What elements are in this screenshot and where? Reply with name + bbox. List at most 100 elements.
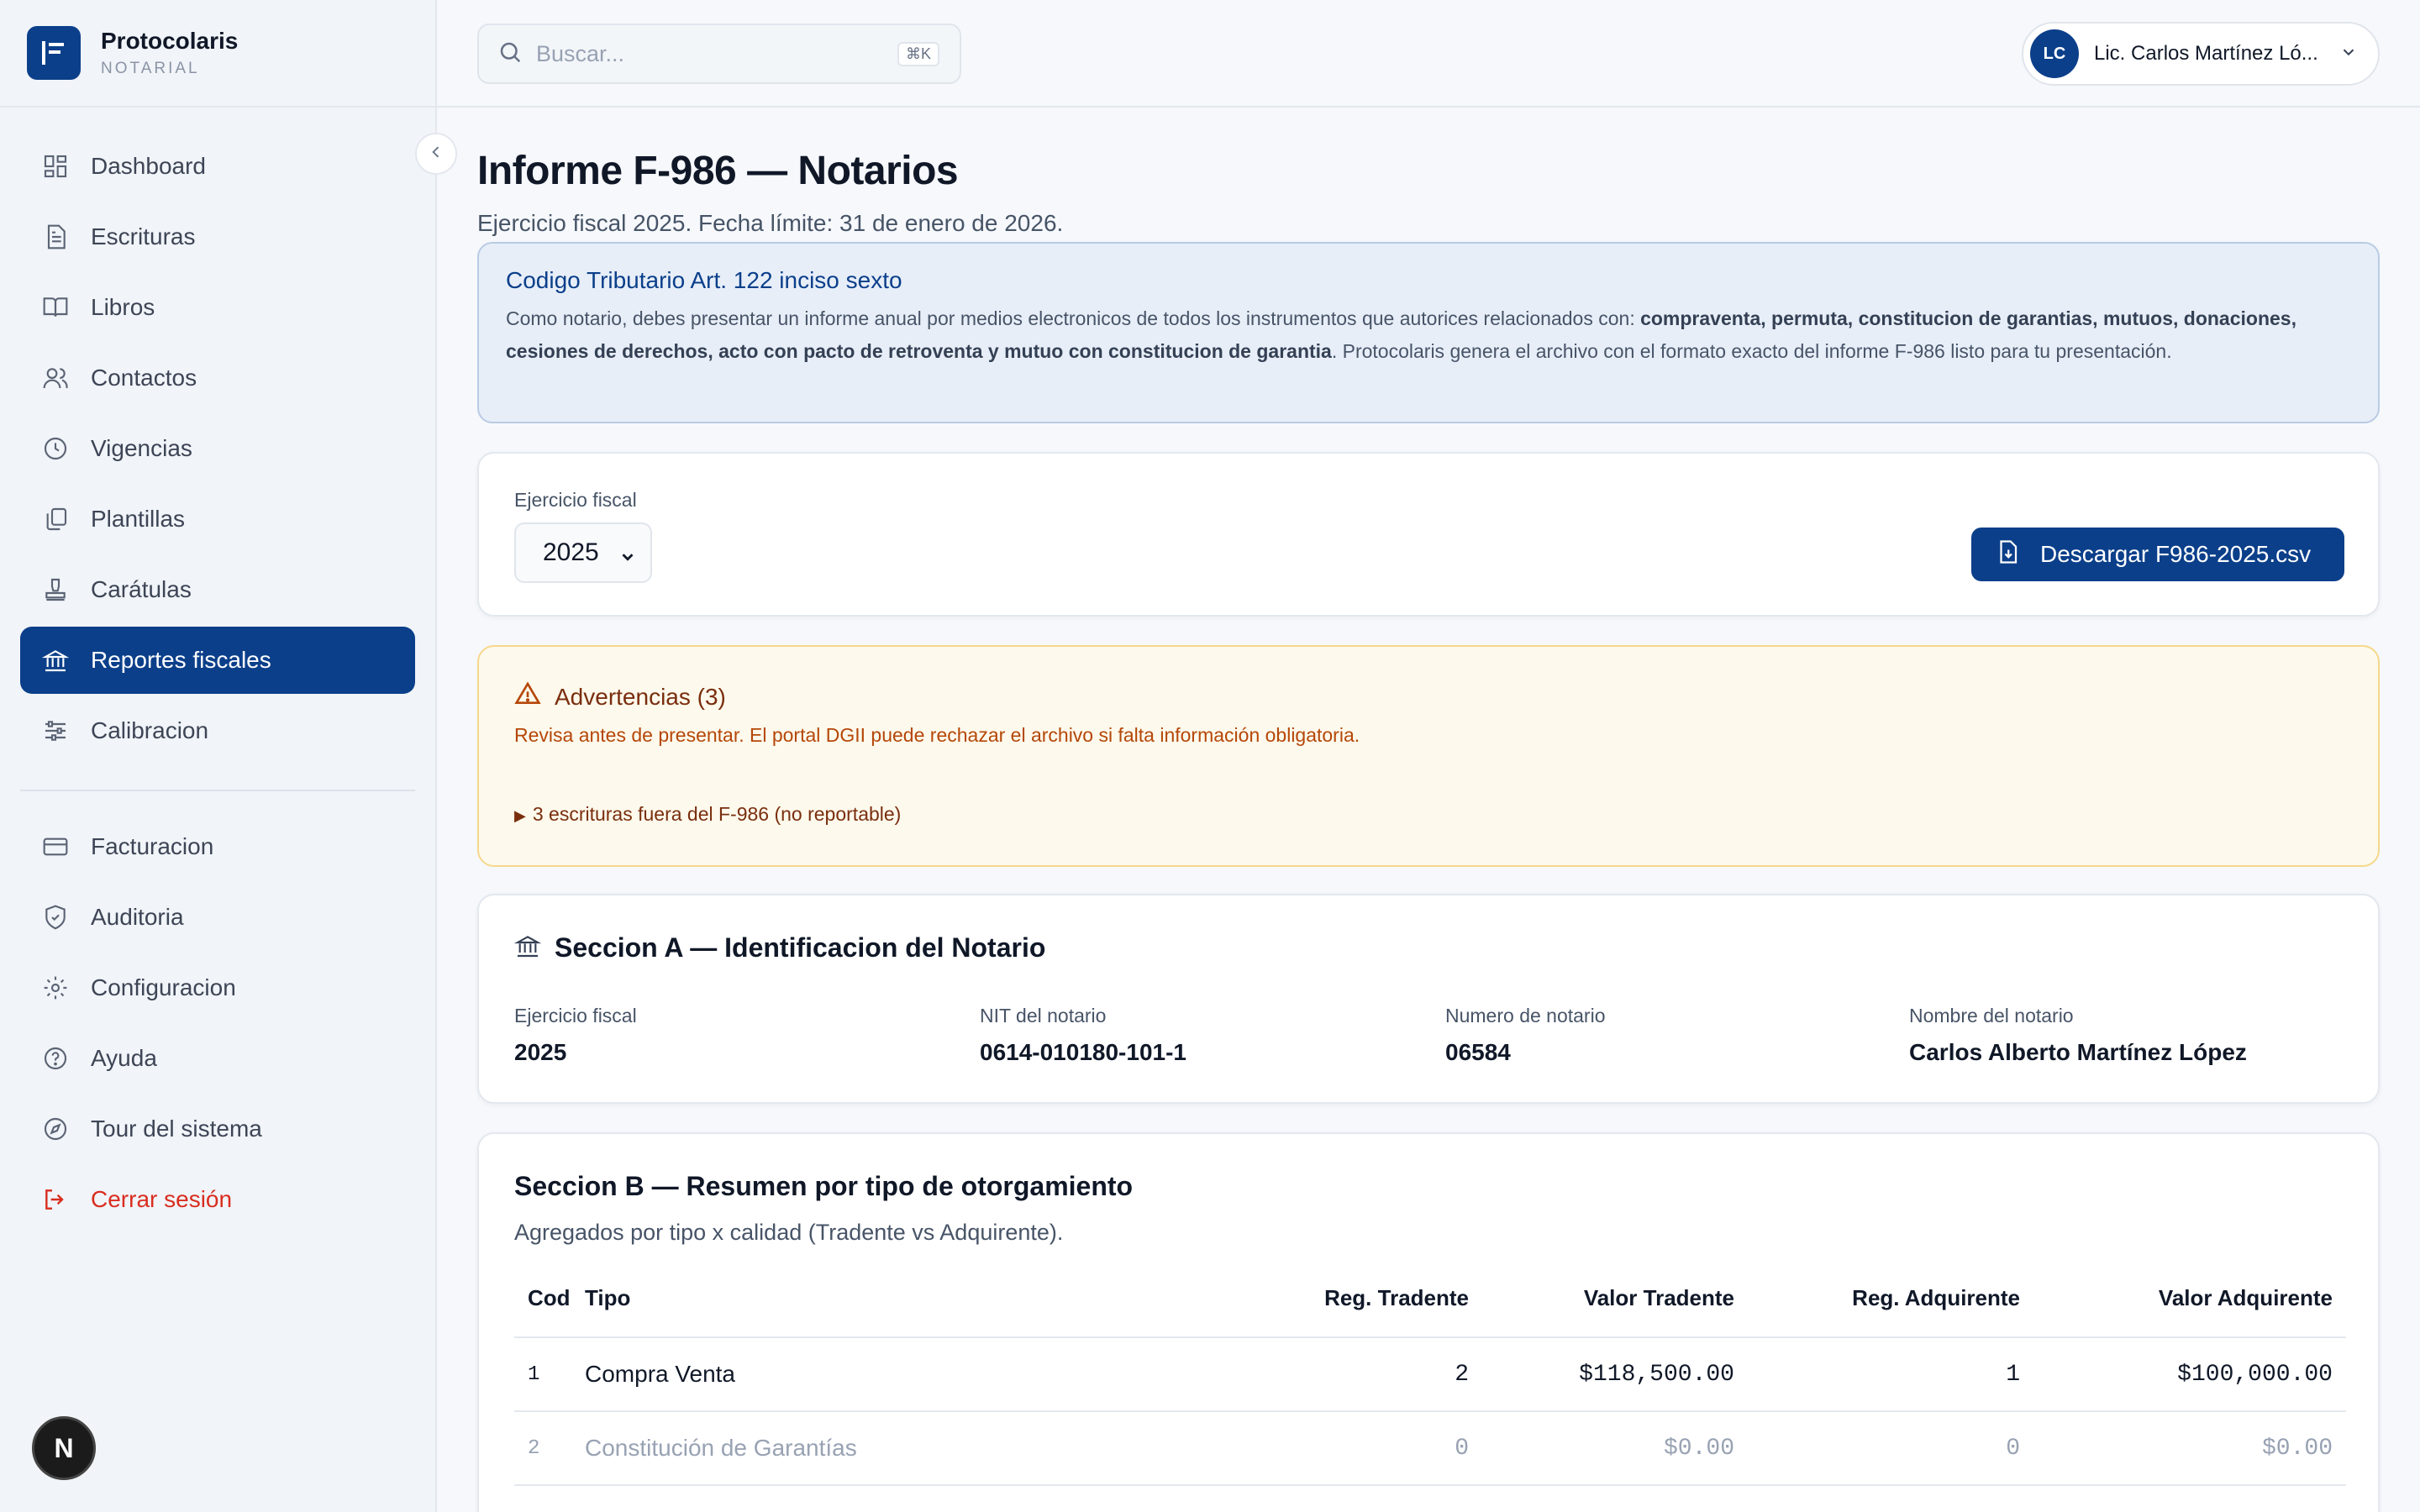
cell-valor-adquirente: $0.00 bbox=[2033, 1411, 2346, 1486]
section-b-title: Seccion B — Resumen por tipo de otorgami… bbox=[514, 1171, 1134, 1201]
info-text-part: . Protocolaris genera el archivo con el … bbox=[1331, 340, 2172, 362]
credit-card-icon bbox=[40, 832, 71, 862]
sliders-icon bbox=[40, 716, 71, 746]
clock-icon bbox=[40, 433, 71, 464]
warnings-title: Advertencias (3) bbox=[555, 683, 726, 710]
sidebar-item-calibracion[interactable]: Calibracion bbox=[20, 697, 415, 764]
cell-reg-tradente: 2 bbox=[1205, 1337, 1482, 1412]
sidebar-item-label: Tour del sistema bbox=[91, 1116, 262, 1142]
bank-icon bbox=[513, 932, 542, 963]
cell-reg-adquirente: 0 bbox=[1748, 1411, 2033, 1486]
sidebar-item-facturacion[interactable]: Facturacion bbox=[20, 813, 415, 880]
info-text-part: Como notario, debes presentar un informe… bbox=[506, 307, 1641, 329]
search-input[interactable]: Buscar... ⌘K bbox=[477, 24, 961, 84]
sidebar-item-caratulas[interactable]: Carátulas bbox=[20, 556, 415, 623]
sidebar-item-label: Auditoria bbox=[91, 904, 184, 930]
fiscal-year-select[interactable]: 2025 bbox=[514, 522, 652, 583]
sidebar-item-libros[interactable]: Libros bbox=[20, 274, 415, 341]
warnings-details-toggle[interactable]: ▶ 3 escrituras fuera del F-986 (no report… bbox=[514, 803, 901, 826]
field-value: 2025 bbox=[514, 1039, 567, 1065]
table-row: 2 Constitución de Garantías 0 $0.00 0 $0… bbox=[514, 1411, 2346, 1486]
sidebar-item-dashboard[interactable]: Dashboard bbox=[20, 133, 415, 200]
field-value: 0614-010180-101-1 bbox=[980, 1039, 1186, 1065]
sidebar-item-ayuda[interactable]: Ayuda bbox=[20, 1025, 415, 1092]
warning-icon bbox=[514, 680, 541, 713]
field-notary-number: Numero de notario 06584 bbox=[1445, 1005, 1606, 1066]
chevron-left-icon bbox=[428, 144, 445, 165]
dashboard-icon bbox=[40, 151, 71, 181]
info-title: Codigo Tributario Art. 122 inciso sexto bbox=[506, 267, 902, 293]
section-a-header: Seccion A — Identificacion del Notario bbox=[513, 932, 1046, 963]
cell-tipo: Compra Venta bbox=[585, 1337, 1205, 1412]
sidebar-item-plantillas[interactable]: Plantillas bbox=[20, 486, 415, 553]
field-label: NIT del notario bbox=[980, 1005, 1107, 1026]
sidebar-item-contactos[interactable]: Contactos bbox=[20, 344, 415, 412]
brand-logo-icon bbox=[27, 26, 81, 80]
field-label: Nombre del notario bbox=[1909, 1005, 2074, 1026]
column-header: Valor Adquirente bbox=[2033, 1260, 2346, 1338]
sidebar-item-configuracion[interactable]: Configuracion bbox=[20, 954, 415, 1021]
sidebar-item-tour[interactable]: Tour del sistema bbox=[20, 1095, 415, 1163]
legal-info-box: Codigo Tributario Art. 122 inciso sexto … bbox=[477, 242, 2380, 423]
page-title: Informe F-986 — Notarios bbox=[477, 149, 959, 193]
warnings-header: Advertencias (3) bbox=[514, 680, 726, 713]
sidebar-item-label: Facturacion bbox=[91, 833, 214, 859]
table-row: 1 Compra Venta 2 $118,500.00 1 $100,000.… bbox=[514, 1337, 2346, 1412]
cell-cod: 2 bbox=[514, 1411, 585, 1486]
column-header: Tipo bbox=[585, 1260, 1205, 1338]
search-icon bbox=[497, 39, 523, 69]
sidebar-divider bbox=[20, 790, 415, 791]
sidebar-item-vigencias[interactable]: Vigencias bbox=[20, 415, 415, 482]
copy-icon bbox=[40, 504, 71, 534]
sidebar-item-auditoria[interactable]: Auditoria bbox=[20, 884, 415, 951]
sidebar-item-label: Dashboard bbox=[91, 153, 206, 179]
summary-table: Cod Tipo Reg. Tradente Valor Tradente Re… bbox=[514, 1260, 2346, 1486]
sidebar-item-label: Escrituras bbox=[91, 223, 196, 249]
column-header: Reg. Adquirente bbox=[1748, 1260, 2033, 1338]
section-a-title: Seccion A — Identificacion del Notario bbox=[555, 932, 1046, 963]
sidebar-item-label: Vigencias bbox=[91, 435, 192, 461]
column-header: Valor Tradente bbox=[1482, 1260, 1748, 1338]
sidebar: Protocolaris NOTARIAL Dashboard Escritur… bbox=[0, 0, 437, 1512]
brand[interactable]: Protocolaris NOTARIAL bbox=[0, 0, 435, 108]
cell-reg-tradente: 0 bbox=[1205, 1411, 1482, 1486]
brand-name: Protocolaris bbox=[101, 28, 239, 54]
sidebar-item-label: Configuracion bbox=[91, 974, 236, 1000]
sidebar-item-reportes-fiscales[interactable]: Reportes fiscales bbox=[20, 627, 415, 694]
field-nit: NIT del notario 0614-010180-101-1 bbox=[980, 1005, 1186, 1066]
sidebar-item-label: Carátulas bbox=[91, 576, 192, 602]
section-b-subtitle: Agregados por tipo x calidad (Tradente v… bbox=[514, 1220, 1064, 1245]
chevron-down-icon bbox=[618, 544, 637, 573]
sidebar-item-logout[interactable]: Cerrar sesión bbox=[20, 1166, 415, 1233]
field-label: Ejercicio fiscal bbox=[514, 1005, 637, 1026]
sidebar-item-label: Contactos bbox=[91, 365, 197, 391]
n-badge[interactable]: N bbox=[32, 1416, 96, 1480]
field-value: 06584 bbox=[1445, 1039, 1511, 1065]
table-header-row: Cod Tipo Reg. Tradente Valor Tradente Re… bbox=[514, 1260, 2346, 1338]
gear-icon bbox=[40, 973, 71, 1003]
fiscal-year-label: Ejercicio fiscal bbox=[514, 489, 637, 511]
cell-tipo: Constitución de Garantías bbox=[585, 1411, 1205, 1486]
cell-reg-adquirente: 1 bbox=[1748, 1337, 2033, 1412]
book-icon bbox=[40, 292, 71, 323]
sidebar-item-label: Calibracion bbox=[91, 717, 209, 743]
collapse-sidebar-button[interactable] bbox=[415, 133, 457, 175]
section-b-card: Seccion B — Resumen por tipo de otorgami… bbox=[477, 1132, 2380, 1512]
field-notary-name: Nombre del notario Carlos Alberto Martín… bbox=[1909, 1005, 2247, 1066]
download-button-label: Descargar F986-2025.csv bbox=[2040, 541, 2312, 567]
search-shortcut: ⌘K bbox=[897, 41, 939, 66]
sidebar-nav: Dashboard Escrituras Libros Contactos Vi… bbox=[20, 133, 415, 1236]
user-menu[interactable]: LC Lic. Carlos Martínez Ló... bbox=[2022, 22, 2380, 86]
section-a-card: Seccion A — Identificacion del Notario E… bbox=[477, 894, 2380, 1104]
sidebar-item-label: Libros bbox=[91, 294, 155, 320]
download-csv-button[interactable]: Descargar F986-2025.csv bbox=[1971, 528, 2344, 581]
topbar: Buscar... ⌘K LC Lic. Carlos Martínez Ló.… bbox=[437, 0, 2420, 108]
fiscal-year-value: 2025 bbox=[543, 538, 599, 566]
cell-valor-tradente: $118,500.00 bbox=[1482, 1337, 1748, 1412]
sidebar-item-escrituras[interactable]: Escrituras bbox=[20, 203, 415, 270]
document-icon bbox=[40, 222, 71, 252]
field-fiscal-year: Ejercicio fiscal 2025 bbox=[514, 1005, 637, 1066]
page-subtitle: Ejercicio fiscal 2025. Fecha límite: 31 … bbox=[477, 210, 1064, 236]
cell-cod: 1 bbox=[514, 1337, 585, 1412]
stamp-icon bbox=[40, 575, 71, 605]
